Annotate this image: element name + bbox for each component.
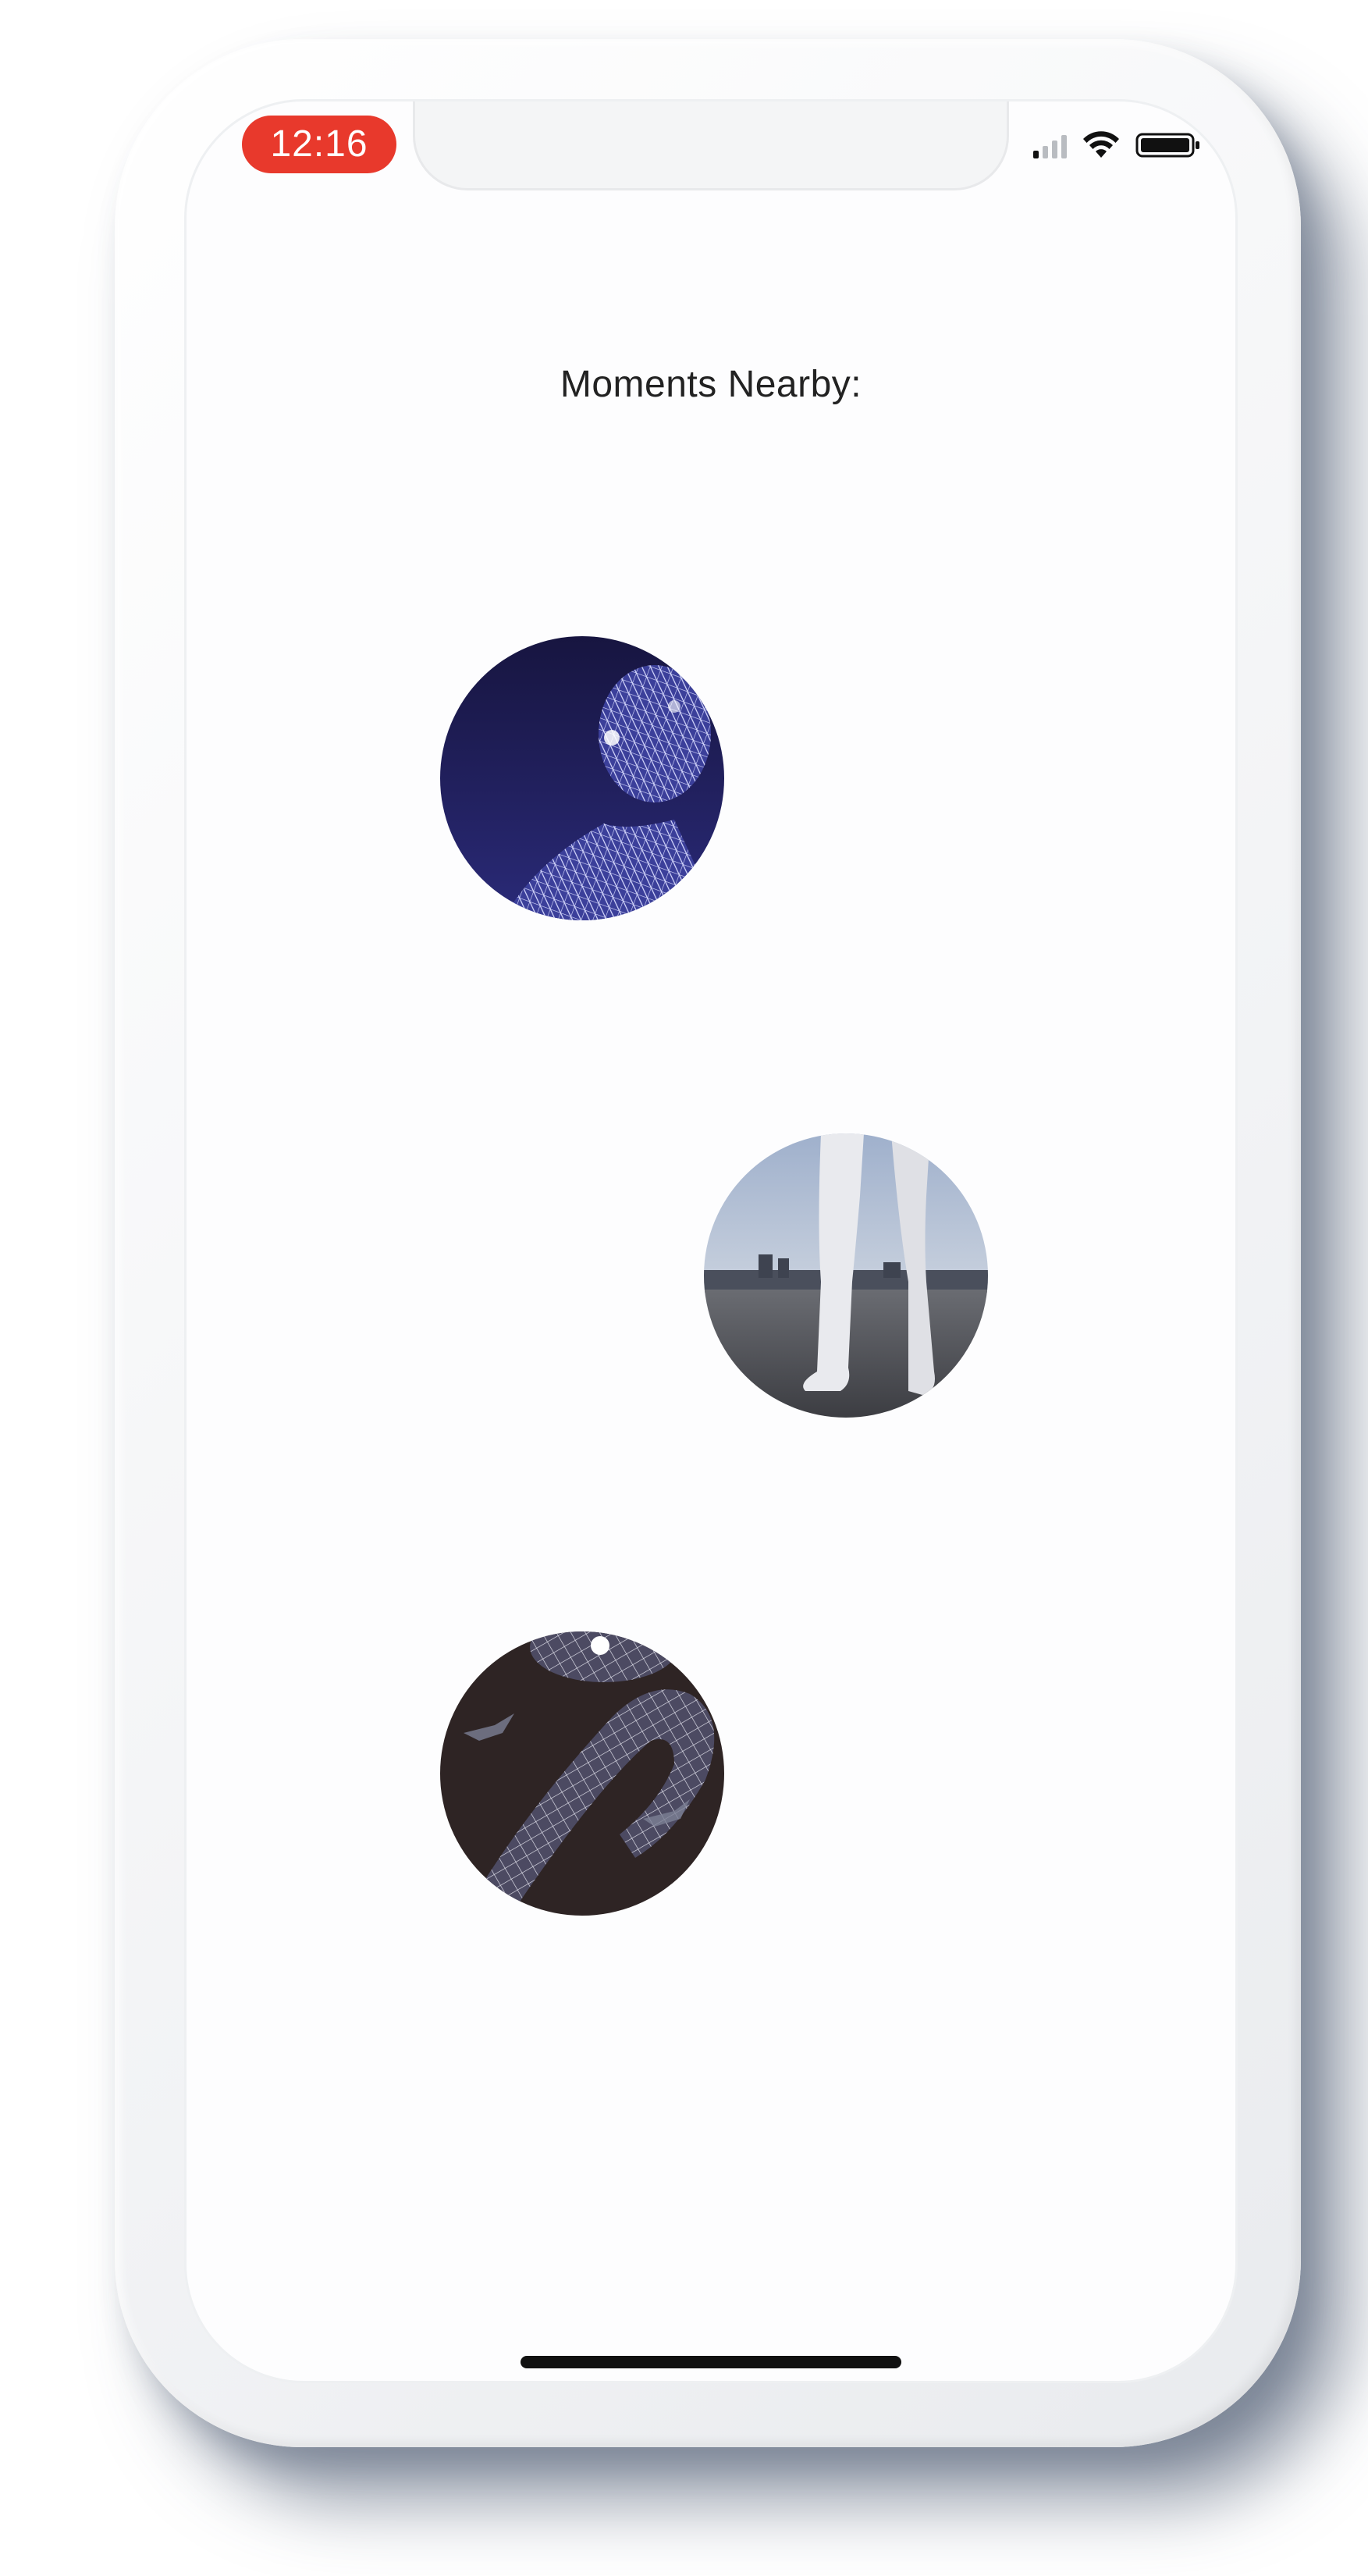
moment-thumbnail-2[interactable] <box>704 1133 988 1418</box>
home-indicator[interactable] <box>521 2356 901 2368</box>
page-title: Moments Nearby: <box>560 364 862 405</box>
notch <box>413 101 1009 190</box>
wireframe-head-thumbnail <box>440 636 724 920</box>
battery-icon <box>1135 131 1201 159</box>
moment-thumbnail-1[interactable] <box>440 636 724 920</box>
status-icons <box>1033 128 1201 162</box>
status-time: 12:16 <box>242 116 396 173</box>
wireframe-limb-thumbnail <box>440 1631 724 1916</box>
wifi-icon <box>1082 131 1120 159</box>
stage: 12:16 Moments Nearby: <box>0 0 1368 2576</box>
moment-thumbnail-3[interactable] <box>440 1631 724 1916</box>
cellular-signal-icon <box>1033 132 1067 158</box>
legs-on-shore-thumbnail <box>704 1133 988 1418</box>
phone-screen: 12:16 Moments Nearby: <box>187 101 1235 2381</box>
